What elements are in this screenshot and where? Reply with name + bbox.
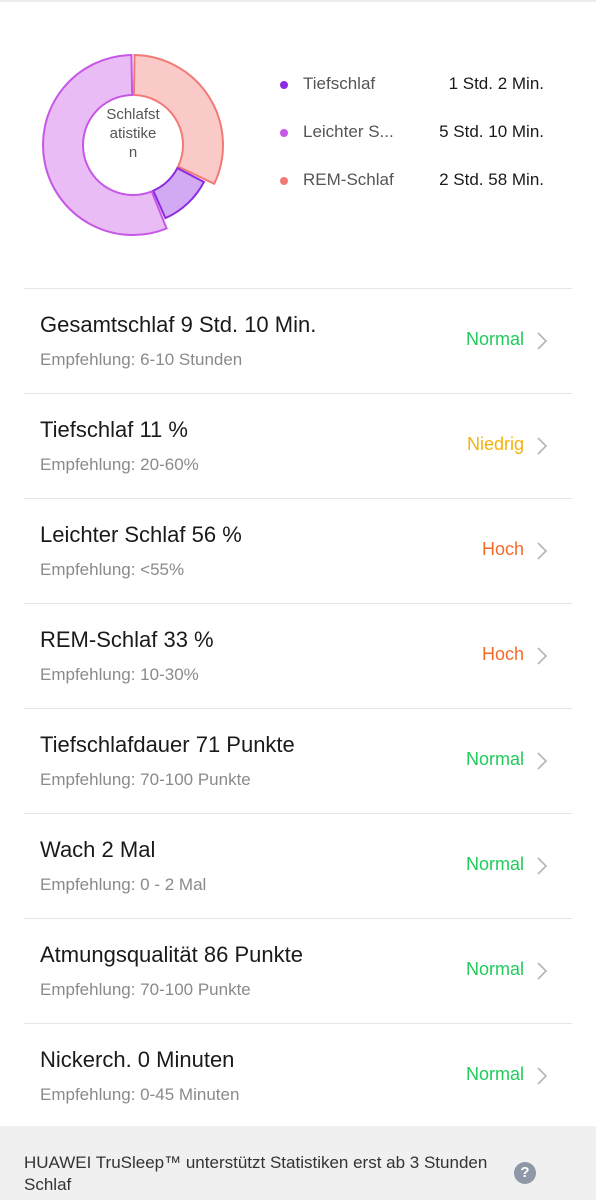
metric-recommendation: Empfehlung: 70-100 Punkte <box>40 770 251 789</box>
metric-row-rem-schlaf[interactable]: REM-Schlaf 33 % Empfehlung: 10-30% Hoch <box>24 603 572 708</box>
legend-label: REM-Schlaf <box>303 170 394 189</box>
chart-center-title: Schlafstatistiken <box>106 106 160 161</box>
chevron-right-icon <box>537 332 548 350</box>
legend-label: Tiefschlaf <box>303 74 376 93</box>
legend-item-tiefschlaf: Tiefschlaf 1 Std. 2 Min. <box>278 72 568 120</box>
footer-note: HUAWEI TruSleep™ unterstützt Statistiken… <box>0 1126 596 1200</box>
chevron-right-icon <box>537 857 548 875</box>
chevron-right-icon <box>537 437 548 455</box>
legend-value: 1 Std. 2 Min. <box>448 74 544 93</box>
sleep-metrics-list: Gesamtschlaf 9 Std. 10 Min. Empfehlung: … <box>24 288 572 1128</box>
chevron-right-icon <box>537 542 548 560</box>
metric-status-badge: Normal <box>465 329 524 349</box>
legend-value: 5 Std. 10 Min. <box>439 122 544 141</box>
metric-title: Gesamtschlaf 9 Std. 10 Min. <box>40 312 317 337</box>
question-mark-icon[interactable]: ? <box>514 1162 536 1184</box>
legend-value: 2 Std. 58 Min. <box>439 170 544 189</box>
chevron-right-icon <box>537 647 548 665</box>
chart-legend: Tiefschlaf 1 Std. 2 Min. Leichter S... 5… <box>278 72 568 216</box>
legend-item-leichter-schlaf: Leichter S... 5 Std. 10 Min. <box>278 120 568 168</box>
metric-status-badge: Hoch <box>481 539 524 559</box>
chevron-right-icon <box>537 962 548 980</box>
metric-status-badge: Niedrig <box>466 434 524 454</box>
metric-recommendation: Empfehlung: 6-10 Stunden <box>40 350 243 369</box>
metric-title: Leichter Schlaf 56 % <box>40 522 242 547</box>
metric-status-badge: Hoch <box>481 644 524 664</box>
sleep-chart-section: Schlafstatistiken Tiefschlaf 1 Std. 2 Mi… <box>0 2 596 288</box>
chevron-right-icon <box>537 752 548 770</box>
metric-row-leichter-schlaf[interactable]: Leichter Schlaf 56 % Empfehlung: <55% Ho… <box>24 498 572 603</box>
metric-status-badge: Normal <box>465 854 524 874</box>
metric-title: REM-Schlaf 33 % <box>40 627 214 652</box>
chevron-right-icon <box>537 1067 548 1085</box>
metric-row-tiefschlaf[interactable]: Tiefschlaf 11 % Empfehlung: 20-60% Niedr… <box>24 393 572 498</box>
metric-recommendation: Empfehlung: 20-60% <box>40 455 199 474</box>
metric-status-badge: Normal <box>465 749 524 769</box>
metric-title: Atmungsqualität 86 Punkte <box>40 942 303 967</box>
legend-dot-icon <box>280 129 288 137</box>
legend-label: Leichter S... <box>303 122 394 141</box>
legend-dot-icon <box>280 177 288 185</box>
metric-recommendation: Empfehlung: 70-100 Punkte <box>40 980 251 999</box>
metric-status-badge: Normal <box>465 1064 524 1084</box>
metric-row-gesamtschlaf[interactable]: Gesamtschlaf 9 Std. 10 Min. Empfehlung: … <box>24 288 572 393</box>
metric-row-wach[interactable]: Wach 2 Mal Empfehlung: 0 - 2 Mal Normal <box>24 813 572 918</box>
metric-row-nickerchen[interactable]: Nickerch. 0 Minuten Empfehlung: 0-45 Min… <box>24 1023 572 1128</box>
metric-recommendation: Empfehlung: 10-30% <box>40 665 199 684</box>
metric-title: Nickerch. 0 Minuten <box>40 1047 235 1072</box>
metric-row-tiefschlafdauer[interactable]: Tiefschlafdauer 71 Punkte Empfehlung: 70… <box>24 708 572 813</box>
metric-row-atmungsqualitaet[interactable]: Atmungsqualität 86 Punkte Empfehlung: 70… <box>24 918 572 1023</box>
metric-title: Wach 2 Mal <box>40 837 156 862</box>
legend-dot-icon <box>280 81 288 89</box>
metric-recommendation: Empfehlung: 0 - 2 Mal <box>40 875 207 894</box>
metric-recommendation: Empfehlung: 0-45 Minuten <box>40 1085 240 1104</box>
metric-recommendation: Empfehlung: <55% <box>40 560 185 579</box>
footer-text: HUAWEI TruSleep™ unterstützt Statistiken… <box>24 1153 488 1194</box>
metric-title: Tiefschlafdauer 71 Punkte <box>40 732 295 757</box>
legend-item-rem-schlaf: REM-Schlaf 2 Std. 58 Min. <box>278 168 568 216</box>
metric-status-badge: Normal <box>465 959 524 979</box>
metric-title: Tiefschlaf 11 % <box>40 417 188 442</box>
